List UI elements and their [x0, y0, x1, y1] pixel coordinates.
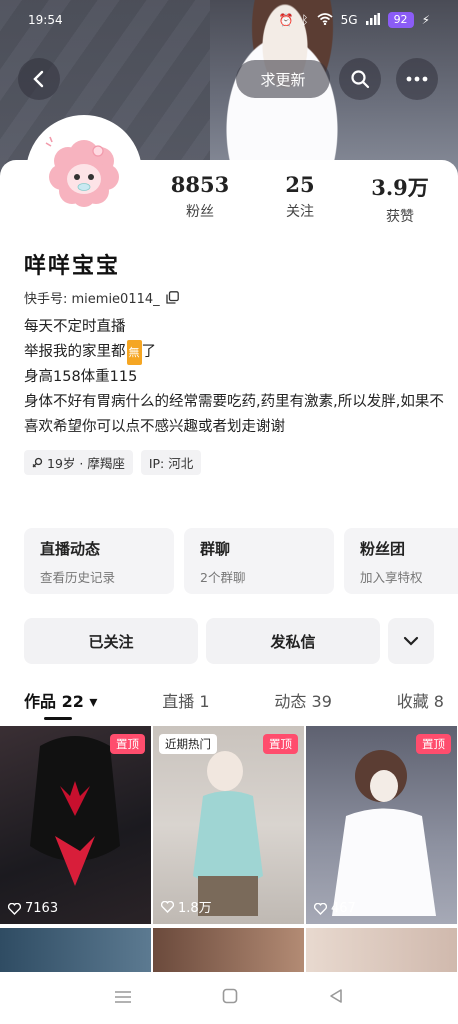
- post-likes-count: 467: [331, 901, 356, 916]
- post-thumbnail[interactable]: 置顶 7163: [0, 726, 151, 924]
- more-dots-icon: [406, 76, 428, 82]
- bio-text: 了: [141, 344, 157, 360]
- post-likes-count: 7163: [25, 901, 59, 916]
- bio-line: 身体不好有胃病什么的经常需要吃药,药里有激素,所以发胖,如果不喜欢希望你可以点不…: [24, 394, 444, 435]
- profile-bio: 每天不定时直播 举报我的家里都無了 身高158体重115 身体不好有胃病什么的经…: [24, 315, 444, 440]
- profile-name: 咩咩宝宝: [24, 254, 121, 279]
- post-likes: 467: [314, 901, 356, 916]
- message-button[interactable]: 发私信: [206, 618, 380, 664]
- bio-text: 举报我的家里都: [24, 344, 126, 360]
- avatar-sheep-icon: [32, 121, 136, 225]
- feature-subtitle: 查看历史记录: [40, 570, 116, 585]
- alarm-icon: ⏰: [278, 13, 294, 27]
- tab-works[interactable]: 作品 22 ▾: [24, 688, 97, 724]
- stat-following-label: 关注: [286, 204, 314, 220]
- post-thumbnail[interactable]: [153, 928, 304, 972]
- tab-live[interactable]: 直播 1: [162, 688, 209, 724]
- hot-badge: 近期热门: [159, 734, 217, 754]
- charging-icon: ⚡: [421, 13, 430, 27]
- post-thumbnail[interactable]: 近期热门 置顶 1.8万: [153, 726, 304, 924]
- copy-icon[interactable]: [166, 291, 179, 304]
- stat-likes-label: 获赞: [386, 209, 414, 225]
- feature-title: 直播动态: [40, 540, 101, 558]
- profile-info: 咩咩宝宝 快手号: miemie0114_ 每天不定时直播 举报我的家里都無了 …: [24, 248, 444, 475]
- stat-followers-label: 粉丝: [186, 204, 214, 220]
- feature-subtitle: 2个群聊: [200, 570, 246, 585]
- female-icon: [32, 457, 43, 468]
- stat-followers-value: 8853: [170, 172, 230, 197]
- feature-title: 群聊: [200, 540, 231, 558]
- wifi-icon: [317, 12, 333, 28]
- avatar[interactable]: [26, 115, 142, 231]
- pinned-badge: 置顶: [416, 734, 451, 754]
- post-thumbnail[interactable]: 置顶 467: [306, 726, 457, 924]
- profile-stats: 8853 粉丝 25 关注 3.9万 获赞: [150, 172, 450, 232]
- back-button[interactable]: [18, 58, 60, 100]
- search-icon: [351, 70, 370, 89]
- feature-cards: 直播动态 查看历史记录 群聊 2个群聊 粉丝团 加入享特权: [24, 528, 458, 594]
- feature-title: 粉丝团: [360, 540, 406, 558]
- search-button[interactable]: [339, 58, 381, 100]
- back-triangle-icon[interactable]: [328, 988, 344, 1008]
- signal-icon: [365, 12, 380, 28]
- status-bar: 19:54 ⏰ ᛒ 5G 92 ⚡: [0, 0, 458, 40]
- profile-id: 快手号: miemie0114_: [24, 292, 160, 307]
- post-image: [332, 750, 436, 916]
- top-nav: 求更新: [0, 58, 458, 102]
- feature-live-history[interactable]: 直播动态 查看历史记录: [24, 528, 174, 594]
- post-image: [193, 751, 263, 916]
- bio-line: 举报我的家里都無了: [24, 340, 444, 365]
- post-likes-count: 1.8万: [178, 901, 212, 916]
- recommend-dropdown-button[interactable]: [388, 618, 434, 664]
- tag-age-sign: 19岁 · 摩羯座: [24, 450, 133, 475]
- pinned-badge: 置顶: [110, 734, 145, 754]
- status-icons: ⏰ ᛒ 5G 92 ⚡: [278, 12, 430, 28]
- battery-level: 92: [387, 12, 414, 28]
- post-image: [30, 736, 120, 886]
- profile-tags: 19岁 · 摩羯座 IP: 河北: [24, 450, 444, 475]
- heart-icon: [8, 902, 21, 915]
- network-label: 5G: [340, 13, 358, 27]
- system-nav-bar: [0, 972, 458, 1024]
- chevron-left-icon: [33, 70, 44, 88]
- profile-actions: 已关注 发私信: [24, 618, 434, 664]
- post-likes: 7163: [8, 901, 58, 916]
- feature-fan-club[interactable]: 粉丝团 加入享特权: [344, 528, 458, 594]
- content-tabs: 作品 22 ▾ 直播 1 动态 39 收藏 8: [24, 688, 444, 724]
- stat-followers[interactable]: 8853 粉丝: [150, 172, 250, 232]
- tag-ip: IP: 河北: [140, 450, 202, 475]
- post-grid: 置顶 7163 近期热门 置顶 1.8万 置顶 467: [0, 726, 458, 972]
- status-time: 19:54: [28, 13, 63, 27]
- bluetooth-icon: ᛒ: [301, 13, 309, 27]
- bio-badge: 無: [126, 340, 142, 365]
- tag-age-sign-text: 19岁 · 摩羯座: [47, 456, 125, 471]
- profile-id-line: 快手号: miemie0114_: [24, 288, 444, 307]
- followed-button[interactable]: 已关注: [24, 618, 198, 664]
- stat-likes-value: 3.9万: [371, 175, 429, 200]
- heart-icon: [314, 902, 327, 915]
- feature-subtitle: 加入享特权: [360, 570, 423, 585]
- post-thumbnail[interactable]: [0, 928, 151, 972]
- tab-favorites[interactable]: 收藏 8: [397, 688, 444, 724]
- pinned-badge: 置顶: [263, 734, 298, 754]
- menu-icon[interactable]: [114, 989, 132, 1008]
- more-button[interactable]: [396, 58, 438, 100]
- post-thumbnail[interactable]: [306, 928, 457, 972]
- bio-line: 每天不定时直播: [24, 319, 126, 335]
- stat-following-value: 25: [285, 172, 315, 197]
- stat-likes[interactable]: 3.9万 获赞: [350, 172, 450, 232]
- feature-group-chat[interactable]: 群聊 2个群聊: [184, 528, 334, 594]
- stat-following[interactable]: 25 关注: [250, 172, 350, 232]
- bio-line: 身高158体重115: [24, 369, 138, 385]
- tab-moments[interactable]: 动态 39: [274, 688, 331, 724]
- post-likes: 1.8万: [161, 897, 212, 916]
- heart-icon: [161, 900, 174, 913]
- home-icon[interactable]: [222, 988, 238, 1008]
- request-update-button[interactable]: 求更新: [236, 60, 330, 98]
- chevron-down-icon: [403, 636, 419, 646]
